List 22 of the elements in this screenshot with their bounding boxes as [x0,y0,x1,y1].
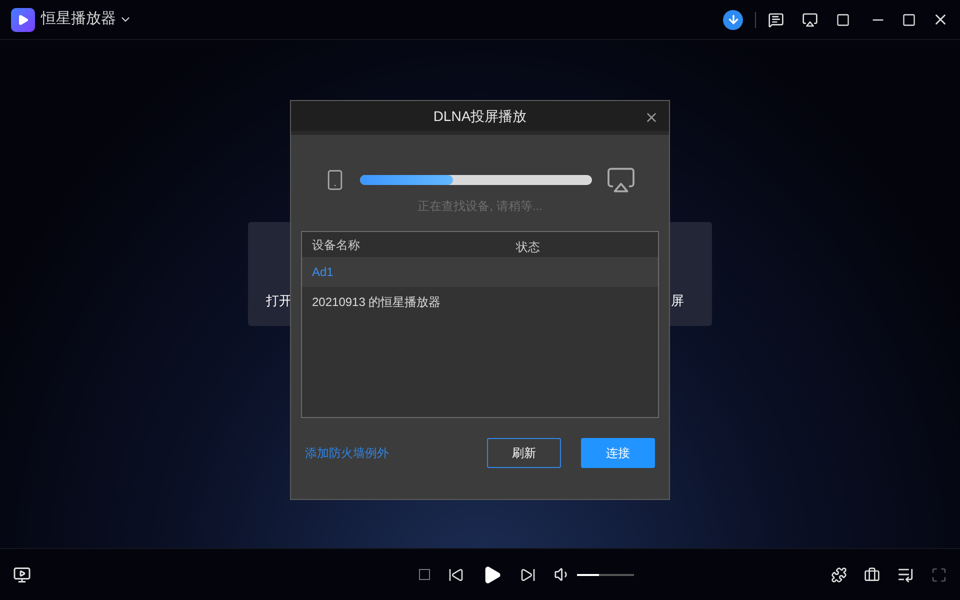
tv-icon [606,165,636,195]
playlist-icon[interactable] [897,566,914,583]
dialog-title: DLNA投屏播放 [433,106,527,126]
maximize-icon[interactable] [902,12,916,26]
puzzle-icon[interactable] [831,566,847,582]
column-header: 状态 [516,238,540,256]
close-icon[interactable] [644,110,659,125]
device-row[interactable]: 20210913 的恒星播放器 [302,287,658,317]
previous-icon[interactable] [448,566,464,582]
download-icon[interactable] [723,10,743,30]
next-icon[interactable] [520,566,536,582]
card-label: 打开 [266,292,292,310]
screen-cast-icon[interactable] [802,12,818,28]
refresh-button[interactable]: 刷新 [487,438,561,468]
card-label: 屏 [671,292,684,310]
app-menu-button[interactable]: 恒星播放器 [41,8,132,31]
stop-icon[interactable] [418,569,430,580]
app-logo-icon [11,8,35,32]
message-icon[interactable] [768,12,784,28]
column-header: 设备名称 [311,236,361,254]
screen-play-icon[interactable] [13,566,31,584]
toolbox-icon[interactable] [864,566,880,582]
